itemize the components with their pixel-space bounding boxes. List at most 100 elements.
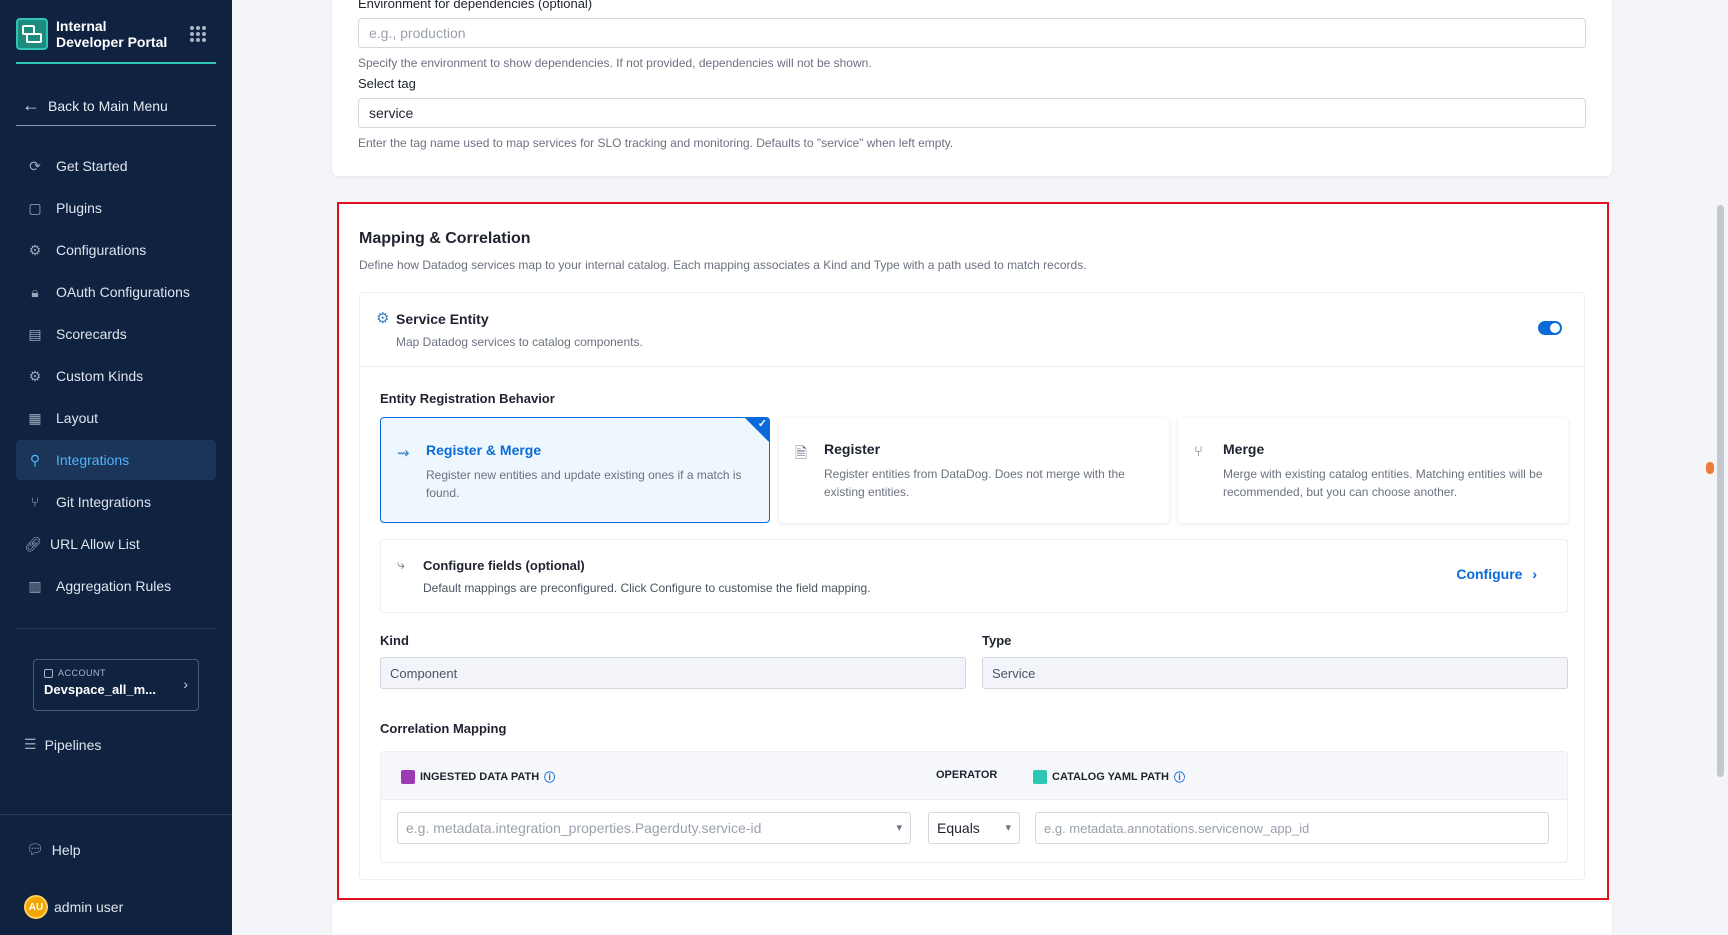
sidebar-item-git-integrations[interactable]: ⑂ Git Integrations bbox=[16, 482, 216, 522]
option-description: Register entities from DataDog. Does not… bbox=[824, 467, 1125, 499]
sidebar-item-label: Configurations bbox=[56, 242, 147, 258]
ingested-path-select[interactable]: e.g. metadata.integration_properties.Pag… bbox=[397, 812, 911, 844]
help-link[interactable]: 💬︎ Help bbox=[26, 841, 81, 858]
info-icon[interactable]: ⓘ bbox=[1174, 769, 1185, 785]
environment-input[interactable]: e.g., production bbox=[358, 18, 1586, 48]
sidebar-item-label: Aggregation Rules bbox=[56, 578, 172, 594]
sidebar-item-get-started[interactable]: ⟳ Get Started bbox=[16, 146, 216, 186]
register-icon: 🗎︎ bbox=[795, 445, 808, 462]
configure-description: Default mappings are preconfigured. Clic… bbox=[423, 581, 871, 595]
link-icon: 🔗︎ bbox=[24, 535, 42, 552]
pipelines-icon: ☰ bbox=[24, 736, 37, 752]
brand-title: Internal Developer Portal bbox=[56, 18, 168, 50]
col-catalog-yaml-path: CATALOG YAML PATH ⓘ bbox=[1033, 769, 1185, 785]
sidebar-item-label: Git Integrations bbox=[56, 494, 151, 510]
user-profile[interactable]: AU admin user bbox=[24, 895, 123, 919]
tag-input[interactable]: service bbox=[358, 98, 1586, 128]
option-title: Merge bbox=[1223, 441, 1265, 457]
configure-button[interactable]: Configure › bbox=[1456, 566, 1537, 582]
account-icon bbox=[44, 668, 53, 678]
catalog-placeholder: e.g. metadata.annotations.servicenow_app… bbox=[1044, 820, 1310, 836]
portal-logo-icon bbox=[16, 18, 48, 50]
check-icon: ✓ bbox=[757, 418, 767, 430]
register-merge-icon: ⇝ bbox=[397, 445, 410, 462]
option-merge[interactable]: ⑂ Merge Merge with existing catalog enti… bbox=[1178, 417, 1568, 523]
configure-fields-panel: ⤷ Configure fields (optional) Default ma… bbox=[380, 539, 1568, 613]
sidebar-item-label: Get Started bbox=[56, 158, 128, 174]
configure-button-label: Configure bbox=[1456, 566, 1523, 582]
option-register-merge[interactable]: ⇝ Register & Merge Register new entities… bbox=[380, 417, 770, 523]
sidebar-item-pipelines[interactable]: ☰ Pipelines bbox=[24, 736, 101, 753]
sidebar-item-aggregation-rules[interactable]: ▥ Aggregation Rules bbox=[16, 566, 216, 606]
help-icon: 💬︎ bbox=[26, 841, 44, 857]
section-description: Define how Datadog services map to your … bbox=[359, 258, 1087, 272]
sidebar-item-label: Pipelines bbox=[44, 736, 102, 753]
help-label: Help bbox=[51, 841, 81, 858]
chevron-down-icon: ▾ bbox=[896, 822, 902, 834]
gear-icon: ⚙ bbox=[28, 367, 42, 384]
sidebar-item-configurations[interactable]: ⚙ Configurations bbox=[16, 230, 216, 270]
option-register[interactable]: 🗎︎ Register Register entities from DataD… bbox=[779, 417, 1169, 523]
sidebar-item-scorecards[interactable]: ▤ Scorecards bbox=[16, 314, 216, 354]
env-hint: Specify the environment to show dependen… bbox=[358, 56, 872, 70]
entity-title: Service Entity bbox=[396, 311, 489, 327]
kind-value: Component bbox=[390, 665, 458, 681]
brand[interactable]: Internal Developer Portal bbox=[16, 18, 216, 64]
back-to-main-menu-link[interactable]: ← Back to Main Menu bbox=[16, 86, 216, 126]
type-label: Type bbox=[982, 633, 1012, 648]
entity-toggle[interactable] bbox=[1538, 321, 1562, 335]
account-label-text: ACCOUNT bbox=[58, 668, 106, 678]
service-entity-panel: ⚙ Service Entity Map Datadog services to… bbox=[359, 292, 1585, 880]
col-operator-label: OPERATOR bbox=[936, 769, 998, 781]
sidebar-item-label: URL Allow List bbox=[50, 536, 140, 552]
notification-indicator bbox=[1706, 462, 1714, 474]
tag-hint: Enter the tag name used to map services … bbox=[358, 136, 954, 150]
sidebar-item-integrations[interactable]: ⚲ Integrations bbox=[16, 440, 216, 480]
user-name: admin user bbox=[54, 899, 124, 915]
sidebar-item-plugins[interactable]: ▢ Plugins bbox=[16, 188, 216, 228]
back-label: Back to Main Menu bbox=[48, 97, 168, 114]
scrollbar-thumb[interactable] bbox=[1717, 205, 1724, 777]
gear-icon: ⚙ bbox=[376, 310, 390, 327]
account-selector[interactable]: ACCOUNT Devspace_all_m... › bbox=[33, 659, 199, 711]
catalog-path-input[interactable]: e.g. metadata.annotations.servicenow_app… bbox=[1035, 812, 1549, 844]
sidebar-item-label: Plugins bbox=[56, 200, 102, 216]
tag-value: service bbox=[369, 105, 414, 121]
tag-label: Select tag bbox=[358, 76, 416, 91]
operator-value: Equals bbox=[937, 820, 980, 836]
sidebar-item-custom-kinds[interactable]: ⚙ Custom Kinds bbox=[16, 356, 216, 396]
entity-header: ⚙ Service Entity Map Datadog services to… bbox=[360, 293, 1584, 367]
col-catalog-label: CATALOG YAML PATH bbox=[1052, 771, 1169, 783]
sidebar-item-oauth-configurations[interactable]: 🔒︎ OAuth Configurations bbox=[16, 272, 216, 312]
apps-grid-icon[interactable] bbox=[190, 26, 206, 42]
option-description: Merge with existing catalog entities. Ma… bbox=[1223, 467, 1543, 499]
account-name: Devspace_all_m... bbox=[44, 682, 157, 697]
catalog-icon bbox=[1033, 770, 1047, 784]
option-description: Register new entities and update existin… bbox=[426, 468, 742, 500]
sidebar-item-url-allow-list[interactable]: 🔗︎ URL Allow List bbox=[16, 524, 216, 564]
info-icon[interactable]: ⓘ bbox=[544, 769, 555, 785]
option-title: Register bbox=[824, 441, 881, 457]
sidebar-divider bbox=[16, 628, 216, 629]
sidebar-item-label: Layout bbox=[56, 410, 99, 426]
sidebar-item-label: Integrations bbox=[56, 452, 130, 468]
operator-select[interactable]: Equals ▾ bbox=[928, 812, 1020, 844]
chevron-down-icon: ▾ bbox=[1005, 822, 1011, 834]
correlation-table: INGESTED DATA PATH ⓘ OPERATOR CATALOG YA… bbox=[380, 751, 1568, 863]
col-operator: OPERATOR bbox=[936, 769, 997, 781]
arrow-left-icon: ← bbox=[22, 95, 40, 115]
main-content: Environment for dependencies (optional) … bbox=[232, 0, 1728, 935]
avatar: AU bbox=[24, 895, 48, 919]
type-value: Service bbox=[992, 665, 1036, 681]
scrollbar[interactable] bbox=[1714, 0, 1728, 935]
lock-icon: 🔒︎ bbox=[31, 283, 39, 300]
sidebar-item-label: Scorecards bbox=[56, 326, 127, 342]
field-mapping-icon: ⤷ bbox=[397, 556, 405, 572]
kind-field[interactable]: Component bbox=[380, 657, 966, 689]
entity-subtitle: Map Datadog services to catalog componen… bbox=[396, 335, 643, 349]
configurations-icon: ⚙ bbox=[28, 241, 42, 258]
behavior-label: Entity Registration Behavior bbox=[380, 391, 555, 406]
integrations-icon: ⚲ bbox=[29, 451, 41, 468]
sidebar-item-layout[interactable]: ▦ Layout bbox=[16, 398, 216, 438]
type-field[interactable]: Service bbox=[982, 657, 1568, 689]
